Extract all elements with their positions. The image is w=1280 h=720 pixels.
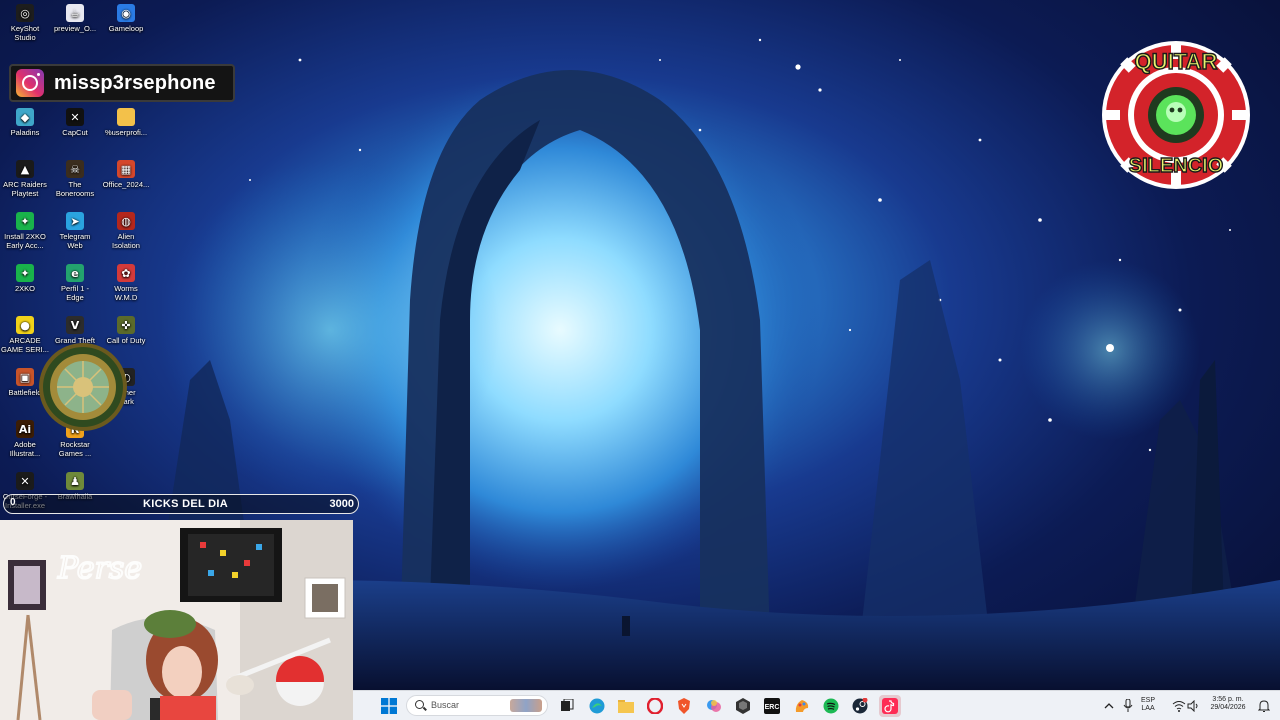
- desktop-icon-label: Gameloop: [108, 24, 144, 33]
- instagram-overlay: missp3rsephone: [9, 64, 235, 102]
- desktop-icon-label: ARC Raiders Playtest: [3, 180, 47, 198]
- 2xko-installer-icon: ✦: [16, 212, 34, 230]
- steam-icon[interactable]: [849, 695, 871, 717]
- desktop-icon-label: %userprofi...: [104, 128, 148, 137]
- quit-silence-badge: QUITAR SILENCIO: [1098, 38, 1254, 192]
- gta-icon: V: [66, 316, 84, 334]
- desktop-icon-cod[interactable]: ✜ Call of Duty: [101, 316, 151, 345]
- paladins-icon: ◆: [16, 108, 34, 126]
- spotify-icon[interactable]: [820, 695, 842, 717]
- folder-icon: [117, 108, 135, 126]
- call-of-duty-icon: ✜: [117, 316, 135, 334]
- office-icon: ▦: [117, 160, 135, 178]
- opera-icon[interactable]: [644, 695, 666, 717]
- desktop-icon-keyshot[interactable]: ◎ KeyShot Studio: [0, 4, 50, 42]
- badge-text-bottom: SILENCIO: [1129, 155, 1223, 177]
- kicks-goal-bar: 0 KICKS DEL DIA 3000: [3, 494, 359, 514]
- clock-date: 29/04/2026: [1210, 704, 1246, 711]
- battlefield-icon: ▣: [16, 368, 34, 386]
- notification-bell-icon[interactable]: [1253, 695, 1275, 717]
- search-highlight-image: [510, 699, 542, 712]
- taskbar: Buscar ERC ESP LAA 3:56 p. m. 29/04/2026: [353, 690, 1280, 720]
- alien-isolation-icon: ◍: [117, 212, 135, 230]
- brave-icon[interactable]: [673, 695, 695, 717]
- language-indicator[interactable]: ESP LAA: [1141, 697, 1155, 713]
- tiktok-live-icon[interactable]: [879, 695, 901, 717]
- kicks-goal-label: KICKS DEL DIA: [143, 498, 228, 510]
- desktop-icon-label: The Bonerooms: [55, 180, 95, 198]
- desktop-icon-label: 2XKO: [14, 284, 35, 293]
- desktop-icon-label: KeyShot Studio: [10, 24, 40, 42]
- windows-start-icon[interactable]: [378, 695, 400, 717]
- desktop-icon-2xko[interactable]: ✦ 2XKO: [0, 264, 50, 293]
- copilot-icon[interactable]: [703, 695, 725, 717]
- java-file-icon: ☕: [66, 4, 84, 22]
- desktop-icon-capcut[interactable]: ✕ CapCut: [50, 108, 100, 137]
- desktop-icon-gta[interactable]: V Grand Theft: [50, 316, 100, 345]
- desktop-icon-arcraiders[interactable]: ▲ ARC Raiders Playtest: [0, 160, 50, 198]
- desktop-icon-label: Perfil 1 - Edge: [61, 284, 89, 302]
- clock[interactable]: 3:56 p. m. 29/04/2026: [1205, 696, 1251, 712]
- search-icon: [415, 700, 424, 709]
- unity-icon[interactable]: [732, 695, 754, 717]
- webcam-feed: Perse: [0, 520, 353, 720]
- bonerooms-icon: ☠: [66, 160, 84, 178]
- desktop-icon-worms[interactable]: ✿ Worms W.M.D: [101, 264, 151, 302]
- language-code: ESP: [1141, 697, 1156, 704]
- desktop-icon-edge[interactable]: e Perfil 1 - Edge: [50, 264, 100, 302]
- desktop-icon-label: Rockstar Games ...: [58, 440, 92, 458]
- badge-text-top: QUITAR: [1135, 49, 1218, 74]
- rockstar-launcher-icon[interactable]: ERC: [761, 695, 783, 717]
- desktop-icon-telegram[interactable]: ➤ Telegram Web: [50, 212, 100, 250]
- desktop-icon-userprofile[interactable]: %userprofi...: [101, 108, 151, 137]
- instagram-icon: [16, 69, 44, 97]
- clock-time: 3:56 p. m.: [1212, 696, 1244, 703]
- keyshot-icon: ◎: [16, 4, 34, 22]
- taskbar-search-input[interactable]: Buscar: [406, 695, 548, 716]
- telegram-icon: ➤: [66, 212, 84, 230]
- roulette-wheel-overlay: [38, 342, 128, 432]
- desktop-icon-paladins[interactable]: ◆ Paladins: [0, 108, 50, 137]
- paint-icon[interactable]: [791, 695, 813, 717]
- worms-icon: ✿: [117, 264, 135, 282]
- 2xko-icon: ✦: [16, 264, 34, 282]
- svg-text:ERC: ERC: [765, 704, 780, 711]
- desktop-icon-office[interactable]: ▦ Office_2024...: [101, 160, 151, 189]
- desktop-icon-label: Worms W.M.D: [114, 284, 138, 302]
- speaker-icon[interactable]: [1182, 695, 1204, 717]
- desktop-icon-label: Adobe Illustrat...: [9, 440, 41, 458]
- search-placeholder: Buscar: [431, 700, 460, 710]
- curseforge-icon: ✕: [16, 472, 34, 490]
- capcut-icon: ✕: [66, 108, 84, 126]
- microphone-icon[interactable]: [1117, 695, 1139, 717]
- desktop-icon-label: Paladins: [10, 128, 40, 137]
- desktop-icon-label: Alien Isolation: [112, 232, 140, 250]
- desktop-icon-label: CapCut: [62, 128, 88, 137]
- desktop-icon-alien[interactable]: ◍ Alien Isolation: [101, 212, 151, 250]
- desktop-icon-preview[interactable]: ☕ preview_O...: [50, 4, 100, 33]
- desktop-icon-gameloop[interactable]: ◉ Gameloop: [101, 4, 151, 33]
- neon-sign-text: Perse: [57, 551, 142, 586]
- kicks-current-count: 0: [10, 497, 16, 508]
- arc-raiders-icon: ▲: [16, 160, 34, 178]
- illustrator-icon: Ai: [16, 420, 34, 438]
- edge-icon[interactable]: [586, 695, 608, 717]
- desktop-icon-label: Office_2024...: [102, 180, 150, 189]
- brawlhalla-icon: ♟: [66, 472, 84, 490]
- desktop-icon-label: Install 2XKO Early Acc...: [4, 232, 46, 250]
- task-view-icon[interactable]: [556, 695, 578, 717]
- file-explorer-icon[interactable]: [615, 695, 637, 717]
- edge-icon: e: [66, 264, 84, 282]
- pacman-icon: ●: [16, 316, 34, 334]
- desktop-icon-label: Telegram Web: [59, 232, 91, 250]
- kicks-goal-target: 3000: [329, 498, 354, 510]
- desktop-icon-boneroom[interactable]: ☠ The Bonerooms: [50, 160, 100, 198]
- gameloop-icon: ◉: [117, 4, 135, 22]
- desktop-icon-install2xko[interactable]: ✦ Install 2XKO Early Acc...: [0, 212, 50, 250]
- desktop-icon-label: preview_O...: [53, 24, 97, 33]
- instagram-handle: missp3rsephone: [54, 71, 216, 94]
- keyboard-layout: LAA: [1141, 705, 1155, 712]
